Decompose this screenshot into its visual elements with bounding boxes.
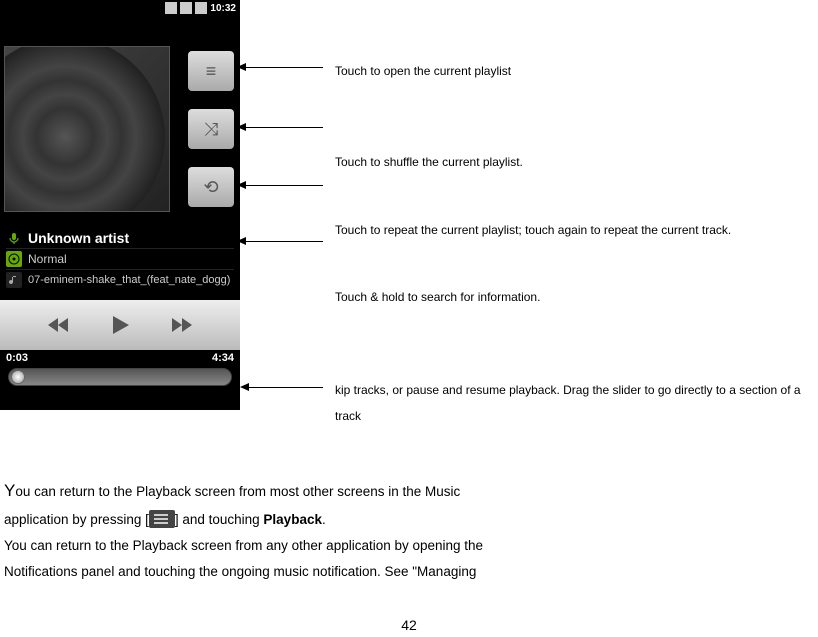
arrow-repeat [245, 185, 323, 186]
annotation-shuffle: Touch to shuffle the current playlist. [335, 149, 523, 175]
signal-3g-icon [165, 2, 177, 14]
seek-thumb[interactable] [11, 370, 25, 384]
clock-time: 10:32 [210, 3, 236, 14]
body-text: You can return to the Playback screen fr… [4, 475, 808, 584]
mic-icon [6, 230, 22, 246]
playlist-controls: ≡ ⤨ ⟲ [188, 51, 234, 207]
arrow-playlist [245, 67, 323, 68]
shuffle-icon: ⤨ [204, 119, 218, 140]
arrow-playback [248, 387, 323, 388]
annotation-playback: kip tracks, or pause and resume playback… [335, 377, 814, 430]
battery-icon [195, 2, 207, 14]
album-row[interactable]: Normal [6, 249, 234, 270]
arrow-shuffle [245, 127, 323, 128]
body-line-2: application by pressing [] and touching … [4, 507, 808, 533]
time-bar: 0:03 4:34 [0, 352, 240, 364]
playback-controls [0, 300, 240, 350]
track-row[interactable]: 07-eminem-shake_that_(feat_nate_dogg) [6, 270, 234, 290]
album-name: Normal [28, 252, 67, 266]
phone-screenshot: 10:32 ≡ ⤨ ⟲ Unk [0, 0, 240, 410]
annotation-playlist: Touch to open the current playlist [335, 58, 511, 84]
seek-slider[interactable] [8, 368, 232, 386]
note-icon [6, 272, 22, 288]
body-line-3: You can return to the Playback screen fr… [4, 533, 808, 559]
previous-button[interactable] [40, 307, 80, 343]
signal-bars-icon [180, 2, 192, 14]
repeat-icon: ⟲ [203, 177, 218, 198]
list-icon: ≡ [206, 61, 217, 82]
repeat-button[interactable]: ⟲ [188, 167, 234, 207]
time-total: 4:34 [212, 352, 234, 364]
annotation-search: Touch & hold to search for information. [335, 284, 540, 310]
page-number: 42 [0, 617, 818, 633]
artist-name: Unknown artist [28, 230, 129, 246]
disc-small-icon [6, 251, 22, 267]
shuffle-button[interactable]: ⤨ [188, 109, 234, 149]
body-line-1: You can return to the Playback screen fr… [4, 475, 808, 507]
album-art[interactable] [4, 46, 170, 212]
play-button[interactable] [100, 307, 140, 343]
menu-key-icon [149, 510, 175, 528]
next-button[interactable] [160, 307, 200, 343]
time-elapsed: 0:03 [6, 352, 28, 364]
album-area: ≡ ⤨ ⟲ [0, 16, 240, 224]
status-bar: 10:32 [0, 0, 240, 16]
track-name: 07-eminem-shake_that_(feat_nate_dogg) [28, 274, 230, 286]
disc-icon [4, 46, 165, 212]
track-info: Unknown artist Normal 07-eminem-shake_th… [0, 224, 240, 292]
artist-row[interactable]: Unknown artist [6, 228, 234, 249]
arrow-search [245, 241, 323, 242]
playlist-button[interactable]: ≡ [188, 51, 234, 91]
body-line-4: Notifications panel and touching the ong… [4, 559, 808, 585]
annotation-repeat: Touch to repeat the current playlist; to… [335, 217, 731, 243]
